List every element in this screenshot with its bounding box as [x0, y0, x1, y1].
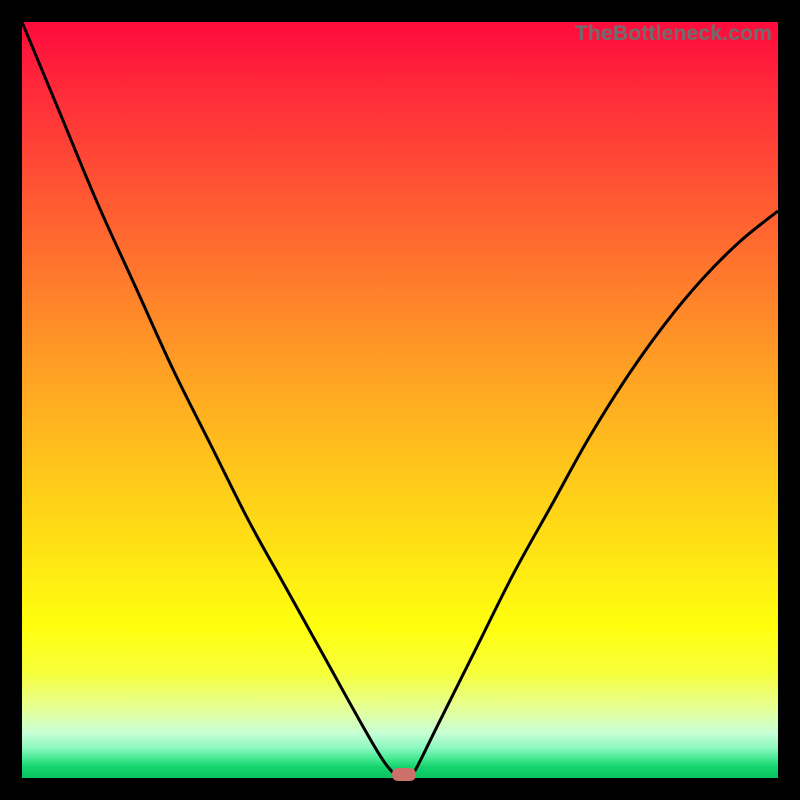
plot-area: TheBottleneck.com	[22, 22, 778, 778]
chart-frame: TheBottleneck.com	[0, 0, 800, 800]
bottleneck-curve	[22, 22, 778, 778]
optimum-marker	[392, 768, 416, 781]
